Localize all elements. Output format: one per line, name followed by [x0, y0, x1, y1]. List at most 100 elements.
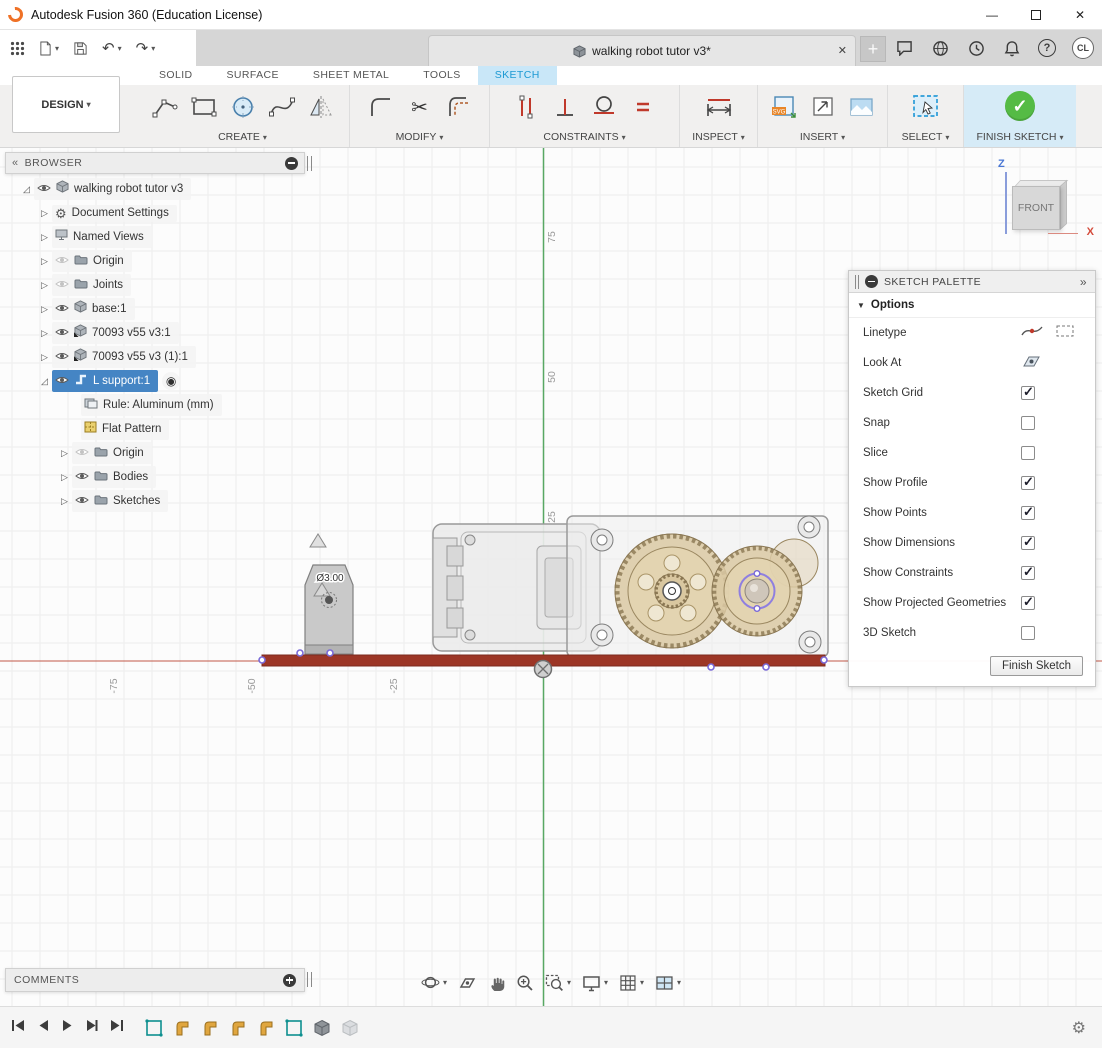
step-back-button[interactable] — [36, 1018, 51, 1038]
viewcube-right-edge[interactable] — [1060, 180, 1067, 230]
polygon-tool-icon[interactable] — [305, 91, 337, 123]
expand-arrow-icon[interactable]: ▷ — [57, 448, 72, 459]
palette-drag-grip[interactable] — [855, 275, 859, 289]
tab-sheet-metal[interactable]: SHEET METAL — [296, 66, 406, 85]
expand-arrow-icon[interactable]: ▷ — [37, 328, 52, 339]
insert-svg-icon[interactable]: SVG — [768, 91, 800, 123]
workspace-switcher[interactable]: DESIGN — [12, 76, 120, 133]
viewcube-front-face[interactable]: FRONT — [1012, 186, 1060, 230]
insert-dxf-icon[interactable] — [807, 91, 839, 123]
hide-browser-icon[interactable] — [285, 157, 298, 170]
zoom-window-icon[interactable] — [545, 974, 571, 992]
perpendicular-constraint-icon[interactable] — [549, 91, 581, 123]
look-at-icon[interactable] — [1021, 353, 1042, 374]
line-tool-icon[interactable] — [149, 91, 181, 123]
display-settings-icon[interactable] — [582, 974, 608, 992]
maximize-button[interactable] — [1014, 0, 1058, 29]
comments-bubble-icon[interactable] — [894, 38, 914, 58]
measure-tool-icon[interactable] — [703, 91, 735, 123]
sketch-grid-checkbox[interactable] — [1021, 386, 1035, 400]
visibility-eye-icon[interactable] — [37, 180, 51, 198]
zoom-icon[interactable] — [516, 974, 534, 992]
visibility-eye-icon[interactable] — [55, 372, 69, 390]
visibility-eye-icon[interactable] — [55, 348, 69, 366]
undo-icon[interactable]: ↶ — [102, 39, 122, 57]
browser-item-base[interactable]: ▷ base:1 — [5, 297, 305, 321]
timeline-flange-feature[interactable] — [255, 1017, 277, 1039]
visibility-eye-icon[interactable] — [55, 276, 69, 294]
finish-sketch-button[interactable]: Finish Sketch — [990, 656, 1083, 676]
go-to-start-button[interactable] — [10, 1018, 27, 1038]
look-at-nav-icon[interactable] — [458, 974, 477, 991]
canvas-viewport[interactable]: 75 50 25 -75 -50 -25 — [0, 148, 1102, 1006]
insert-canvas-image-icon[interactable] — [846, 91, 878, 123]
timeline-settings-gear-icon[interactable]: ⚙ — [1072, 1018, 1086, 1038]
visibility-eye-icon[interactable] — [55, 252, 69, 270]
browser-item-sketches[interactable]: ▷ Sketches — [5, 489, 305, 513]
visibility-eye-icon[interactable] — [75, 444, 89, 462]
timeline-flange-feature[interactable] — [199, 1017, 221, 1039]
expand-arrow-icon[interactable]: ▷ — [37, 232, 52, 243]
extensions-globe-icon[interactable] — [930, 38, 950, 58]
snap-checkbox[interactable] — [1021, 416, 1035, 430]
step-forward-button[interactable] — [84, 1018, 99, 1038]
insert-dropdown[interactable]: INSERT — [800, 131, 845, 143]
select-tool-icon[interactable] — [910, 91, 942, 123]
timeline-component-feature[interactable] — [339, 1017, 361, 1039]
help-icon[interactable]: ? — [1038, 39, 1056, 57]
trim-tool-icon[interactable]: ✂ — [404, 91, 436, 123]
visibility-eye-icon[interactable] — [75, 492, 89, 510]
timeline-sketch-feature[interactable] — [143, 1017, 165, 1039]
vertical-constraint-icon[interactable] — [510, 91, 542, 123]
browser-item-70093-v55-copy[interactable]: ▷ 70093 v55 v3 (1):1 — [5, 345, 305, 369]
collapse-browser-icon[interactable]: « — [12, 157, 19, 169]
expand-arrow-icon[interactable]: ◿ — [37, 376, 52, 387]
origin-point[interactable] — [535, 661, 552, 678]
timeline-flange-feature[interactable] — [227, 1017, 249, 1039]
save-icon[interactable] — [73, 41, 88, 56]
motor-gearbox-assembly[interactable] — [433, 516, 828, 657]
tangent-constraint-icon[interactable] — [588, 91, 620, 123]
notifications-bell-icon[interactable] — [1002, 38, 1022, 58]
expand-arrow-icon[interactable]: ▷ — [37, 280, 52, 291]
modify-dropdown[interactable]: MODIFY — [396, 131, 444, 143]
browser-item-root[interactable]: ◿ walking robot tutor v3 — [5, 177, 305, 201]
browser-item-origin[interactable]: ▷ Origin — [5, 249, 305, 273]
slice-checkbox[interactable] — [1021, 446, 1035, 460]
file-menu-icon[interactable] — [39, 41, 59, 56]
rectangle-tool-icon[interactable] — [188, 91, 220, 123]
tab-surface[interactable]: SURFACE — [210, 66, 296, 85]
spline-tool-icon[interactable] — [266, 91, 298, 123]
expand-palette-icon[interactable]: » — [1080, 275, 1087, 289]
sketch-palette-header[interactable]: SKETCH PALETTE » — [849, 271, 1095, 293]
expand-arrow-icon[interactable]: ▷ — [57, 496, 72, 507]
expand-arrow-icon[interactable]: ▷ — [37, 208, 52, 219]
comments-bar[interactable]: COMMENTS — [5, 968, 305, 992]
create-dropdown[interactable]: CREATE — [218, 131, 267, 143]
circle-tool-icon[interactable] — [227, 91, 259, 123]
expand-arrow-icon[interactable]: ▷ — [57, 472, 72, 483]
browser-header[interactable]: « BROWSER — [5, 152, 305, 174]
show-profile-checkbox[interactable] — [1021, 476, 1035, 490]
minimize-button[interactable]: — — [970, 0, 1014, 29]
browser-item-rule[interactable]: Rule: Aluminum (mm) — [5, 393, 305, 417]
add-comment-icon[interactable] — [283, 974, 296, 987]
show-projected-geometries-checkbox[interactable] — [1021, 596, 1035, 610]
expand-arrow-icon[interactable]: ▷ — [37, 352, 52, 363]
tab-tools[interactable]: TOOLS — [406, 66, 477, 85]
timeline-sketch-feature[interactable] — [283, 1017, 305, 1039]
browser-item-named-views[interactable]: ▷ Named Views — [5, 225, 305, 249]
job-status-clock-icon[interactable] — [966, 38, 986, 58]
new-tab-button[interactable]: + — [860, 36, 886, 62]
select-dropdown[interactable]: SELECT — [902, 131, 950, 143]
browser-item-l-support-origin[interactable]: ▷ Origin — [5, 441, 305, 465]
finish-sketch-dropdown[interactable]: FINISH SKETCH — [977, 131, 1064, 143]
collapse-palette-icon[interactable] — [865, 275, 878, 288]
close-tab-icon[interactable]: ✕ — [838, 44, 847, 57]
browser-item-flat-pattern[interactable]: Flat Pattern — [5, 417, 305, 441]
browser-item-document-settings[interactable]: ▷ ⚙ Document Settings — [5, 201, 305, 225]
grid-settings-icon[interactable] — [619, 974, 644, 992]
3d-sketch-checkbox[interactable] — [1021, 626, 1035, 640]
finish-sketch-check-icon[interactable]: ✓ — [1005, 91, 1035, 121]
fillet-tool-icon[interactable] — [365, 91, 397, 123]
